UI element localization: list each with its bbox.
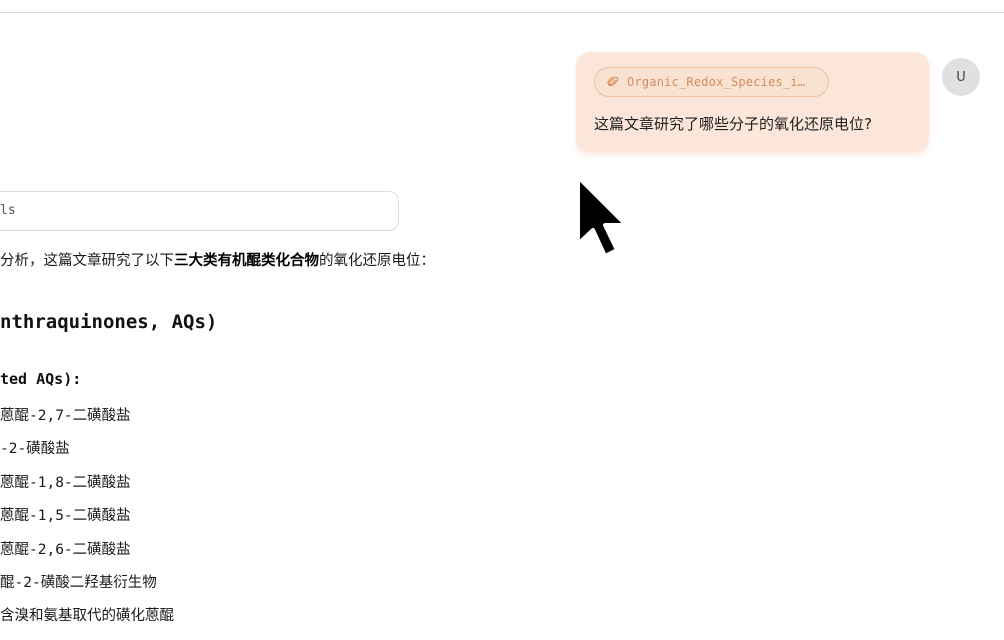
chat-page: Organic_Redox_Species_i… 这篇文章研究了哪些分子的氧化还…: [0, 0, 1004, 640]
user-message-text: 这篇文章研究了哪些分子的氧化还原电位?: [594, 115, 872, 133]
list-item: 蒽醌-2,7-二磺酸盐: [0, 408, 131, 424]
list-item: 蒽醌-2,6-二磺酸盐: [0, 542, 131, 558]
avatar[interactable]: U: [942, 58, 980, 96]
subsection-heading: ted AQs):: [0, 370, 82, 388]
answer-intro-prefix: 分析，这篇文章研究了以下: [0, 253, 174, 269]
attachment-filename: Organic_Redox_Species_i…: [627, 75, 806, 89]
tool-call-label: ls: [0, 203, 16, 218]
avatar-initial: U: [956, 69, 966, 85]
attachment-chip[interactable]: Organic_Redox_Species_i…: [594, 67, 829, 97]
answer-intro-bold: 三大类有机醌类化合物: [174, 253, 319, 269]
list-item: -2-磺酸盐: [0, 441, 70, 457]
top-divider: [0, 12, 1004, 13]
answer-intro: 分析，这篇文章研究了以下三大类有机醌类化合物的氧化还原电位：: [0, 249, 435, 270]
mouse-pointer-icon: [576, 175, 628, 258]
list-item: 含溴和氨基取代的磺化蒽醌: [0, 608, 174, 624]
list-item: 蒽醌-1,8-二磺酸盐: [0, 475, 131, 491]
list-item: 蒽醌-1,5-二磺酸盐: [0, 508, 131, 524]
tool-call-box[interactable]: [0, 191, 399, 231]
list-item: 醌-2-磺酸二羟基衍生物: [0, 575, 157, 591]
section-heading: nthraquinones, AQs): [0, 311, 218, 333]
user-message-bubble: Organic_Redox_Species_i… 这篇文章研究了哪些分子的氧化还…: [576, 52, 929, 152]
answer-intro-suffix: 的氧化还原电位：: [319, 253, 435, 269]
paperclip-icon: [607, 76, 619, 88]
